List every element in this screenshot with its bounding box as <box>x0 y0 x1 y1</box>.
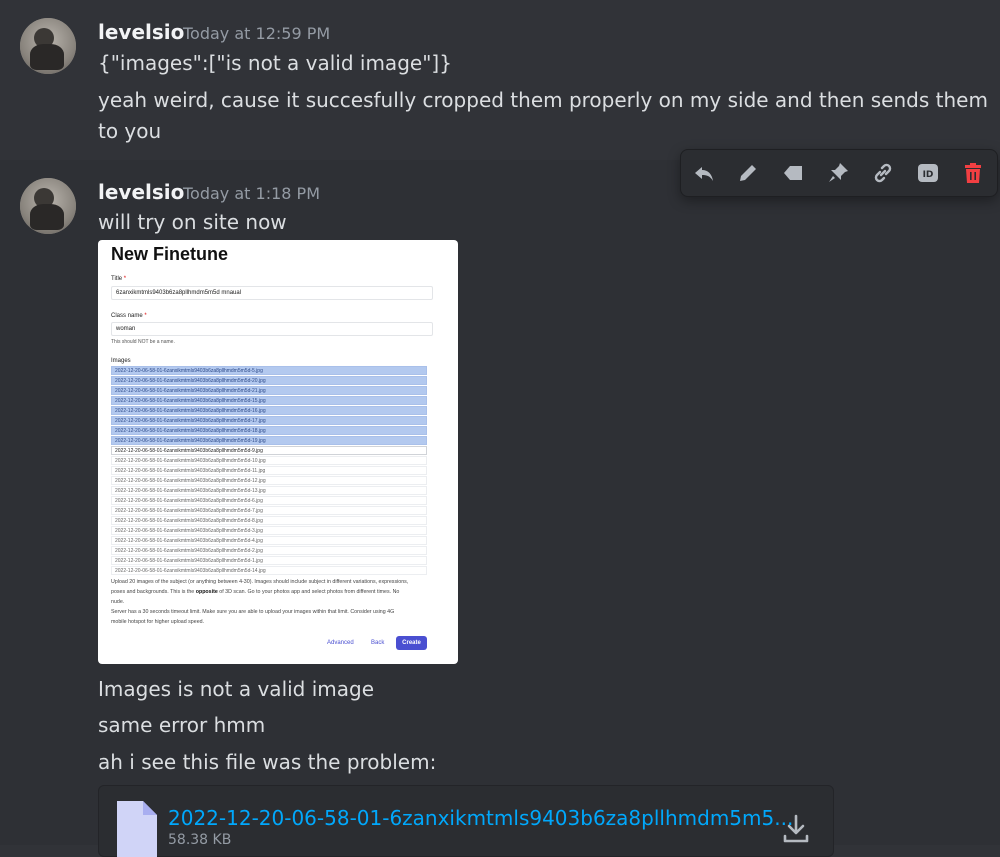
message-text: will try on site now <box>98 210 287 234</box>
image-file-item: 2022-12-20-06-58-01-6zanxikmtmls9403b6za… <box>111 416 427 425</box>
image-file-item: 2022-12-20-06-58-01-6zanxikmtmls9403b6za… <box>111 516 427 525</box>
link-icon[interactable] <box>868 158 898 188</box>
image-file-item: 2022-12-20-06-58-01-6zanxikmtmls9403b6za… <box>111 456 427 465</box>
back-button: Back <box>371 640 385 646</box>
image-file-list: 2022-12-20-06-58-01-6zanxikmtmls9403b6za… <box>111 366 427 576</box>
image-file-item: 2022-12-20-06-58-01-6zanxikmtmls9403b6za… <box>111 536 427 545</box>
username[interactable]: levelsio <box>98 180 184 204</box>
image-file-item: 2022-12-20-06-58-01-6zanxikmtmls9403b6za… <box>111 526 427 535</box>
class-name-label: Class name * <box>111 313 147 319</box>
image-file-item: 2022-12-20-06-58-01-6zanxikmtmls9403b6za… <box>111 476 427 485</box>
timestamp: Today at 12:59 PM <box>183 24 331 43</box>
image-file-item: 2022-12-20-06-58-01-6zanxikmtmls9403b6za… <box>111 366 427 375</box>
image-file-item: 2022-12-20-06-58-01-6zanxikmtmls9403b6za… <box>111 376 427 385</box>
message-text: {"images":["is not a valid image"]} <box>98 51 452 75</box>
download-icon[interactable] <box>782 814 810 844</box>
message-text: to you <box>98 119 162 143</box>
image-file-item: 2022-12-20-06-58-01-6zanxikmtmls9403b6za… <box>111 386 427 395</box>
advanced-button: Advanced <box>327 640 354 646</box>
message-text: yeah weird, cause it succesfully cropped… <box>98 88 988 112</box>
message-actions-toolbar: ID <box>680 149 998 197</box>
title-field: 6zanxikmtmls9403b6za8pllhmdm5m5d mnaual <box>111 286 433 300</box>
message-text: ah i see this file was the problem: <box>98 750 437 774</box>
image-file-item: 2022-12-20-06-58-01-6zanxikmtmls9403b6za… <box>111 486 427 495</box>
copy-id-icon[interactable]: ID <box>913 158 943 188</box>
avatar[interactable] <box>20 178 76 234</box>
reply-icon[interactable] <box>689 158 719 188</box>
images-label: Images <box>111 358 131 364</box>
pin-icon[interactable] <box>823 158 853 188</box>
file-size: 58.38 KB <box>168 832 232 848</box>
file-name-link[interactable]: 2022-12-20-06-58-01-6zanxikmtmls9403b6za… <box>168 806 793 830</box>
image-file-item: 2022-12-20-06-58-01-6zanxikmtmls9403b6za… <box>111 496 427 505</box>
class-help-text: This should NOT be a name. <box>111 339 175 345</box>
class-name-field: woman <box>111 322 433 336</box>
delete-icon[interactable] <box>958 158 988 188</box>
file-icon <box>117 801 157 857</box>
title-label: Title * <box>111 276 127 282</box>
timestamp: Today at 1:18 PM <box>183 184 320 203</box>
message-text: same error hmm <box>98 713 266 737</box>
file-attachment: 2022-12-20-06-58-01-6zanxikmtmls9403b6za… <box>98 785 834 857</box>
copy-id-label: ID <box>923 170 934 180</box>
image-file-item: 2022-12-20-06-58-01-6zanxikmtmls9403b6za… <box>111 546 427 555</box>
finetune-title: New Finetune <box>111 244 229 264</box>
create-button: Create <box>396 636 427 650</box>
image-file-item: 2022-12-20-06-58-01-6zanxikmtmls9403b6za… <box>111 556 427 565</box>
image-file-item: 2022-12-20-06-58-01-6zanxikmtmls9403b6za… <box>111 446 427 455</box>
upload-instructions: Upload 20 images of the subject (or anyt… <box>111 579 409 625</box>
avatar[interactable] <box>20 18 76 74</box>
image-file-item: 2022-12-20-06-58-01-6zanxikmtmls9403b6za… <box>111 566 427 575</box>
image-file-item: 2022-12-20-06-58-01-6zanxikmtmls9403b6za… <box>111 436 427 445</box>
username[interactable]: levelsio <box>98 20 184 44</box>
message-group-1: levelsio Today at 12:59 PM {"images":["i… <box>0 0 1000 160</box>
image-file-item: 2022-12-20-06-58-01-6zanxikmtmls9403b6za… <box>111 466 427 475</box>
image-file-item: 2022-12-20-06-58-01-6zanxikmtmls9403b6za… <box>111 426 427 435</box>
edit-icon[interactable] <box>733 158 763 188</box>
image-file-item: 2022-12-20-06-58-01-6zanxikmtmls9403b6za… <box>111 406 427 415</box>
tag-icon[interactable] <box>778 158 808 188</box>
image-file-item: 2022-12-20-06-58-01-6zanxikmtmls9403b6za… <box>111 396 427 405</box>
image-file-item: 2022-12-20-06-58-01-6zanxikmtmls9403b6za… <box>111 506 427 515</box>
image-attachment[interactable]: New Finetune Title * 6zanxikmtmls9403b6z… <box>98 240 458 664</box>
message-text: Images is not a valid image <box>98 677 375 701</box>
